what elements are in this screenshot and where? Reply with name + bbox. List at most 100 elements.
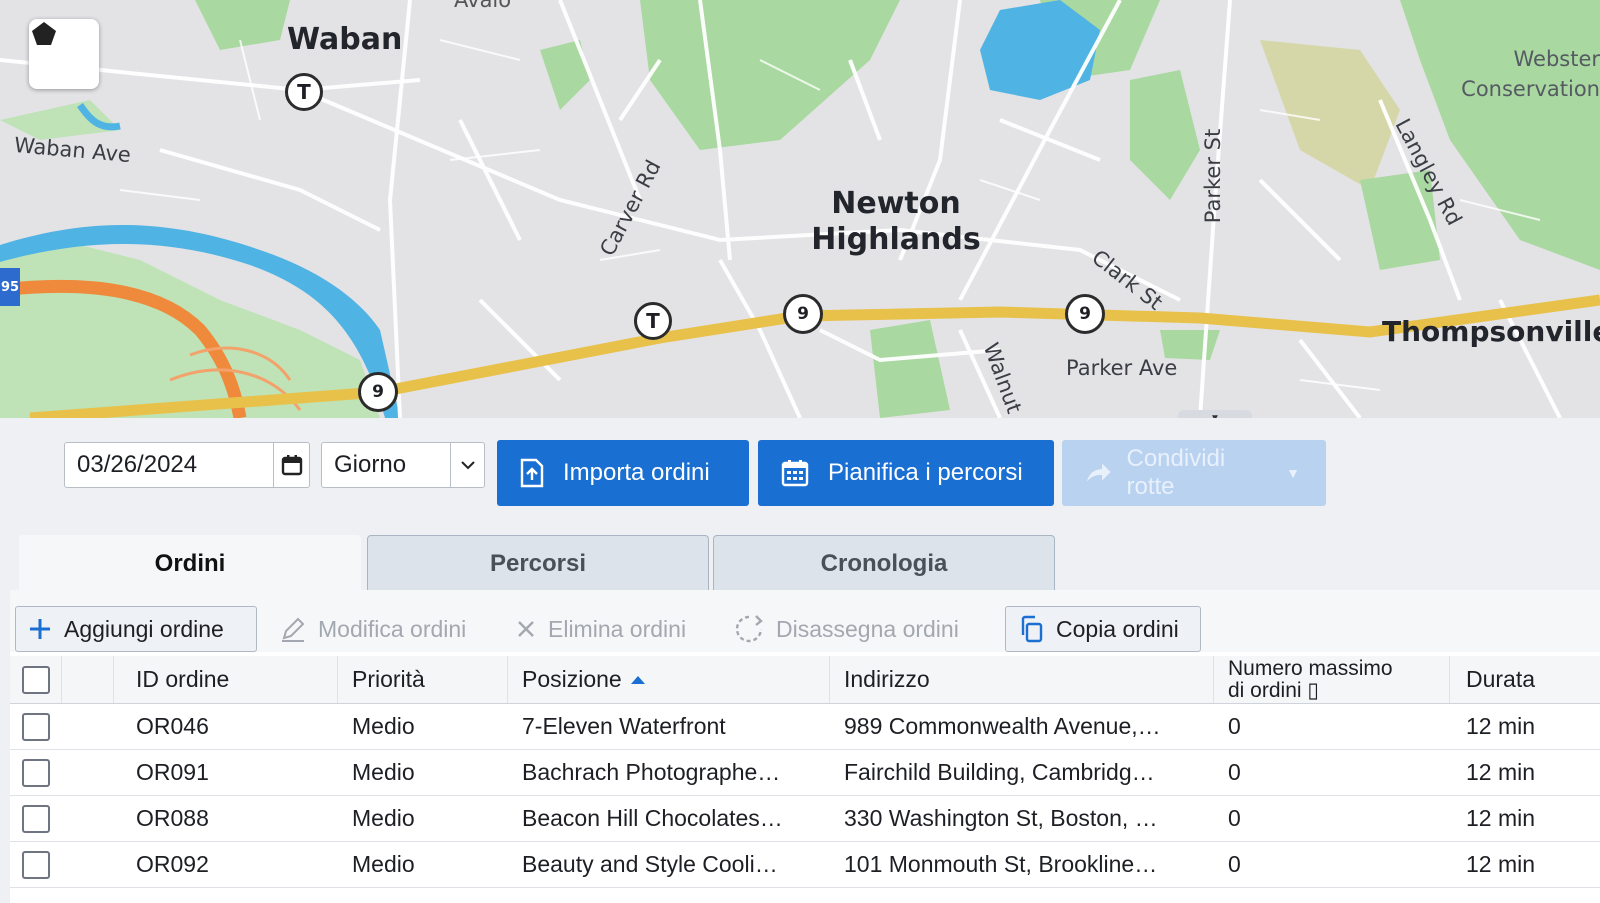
caret-down-icon: ▼ [1286,465,1300,481]
cell-order-id: OR046 [136,713,209,739]
collapse-map-handle[interactable]: ▼ [1178,410,1252,418]
cell-priority: Medio [352,713,415,739]
row-checkbox[interactable] [22,850,50,879]
copy-icon [1021,615,1043,643]
cell-order-id: OR092 [136,851,209,877]
cell-address: 101 Monmouth St, Brookline… [844,851,1158,877]
copy-orders-label: Copia ordini [1056,615,1179,642]
unassign-orders-button[interactable]: Disassegna ordini [722,606,971,652]
cell-max-orders: 0 [1228,759,1241,785]
tab-bar: Ordini Percorsi Cronologia [0,528,1600,591]
cell-order-id: OR091 [136,759,209,785]
cell-duration: 12 min [1466,805,1536,831]
share-routes-label: Condividi rotte [1126,445,1226,500]
cell-max-orders: 0 [1228,851,1241,877]
column-header-duration[interactable]: Durata [1450,656,1600,703]
calendar-grid-icon [781,460,809,487]
cell-position: Beauty and Style Cooli… [522,851,778,877]
add-order-label: Aggiungi ordine [64,615,224,642]
column-header-address[interactable]: Indirizzo [830,656,1214,703]
cell-priority: Medio [352,851,415,877]
column-header-position[interactable]: Posizione [508,656,830,703]
column-header-max-orders[interactable]: Numero massimo di ordini ▯ [1214,656,1450,703]
row-select-cell [10,704,62,749]
plan-routes-label: Pianifica i percorsi [828,459,1023,486]
cell-address: Fairchild Building, Cambridg… [844,759,1155,785]
import-orders-label: Importa ordini [563,459,710,486]
table-header: ID ordine Priorità Posizione Indirizzo N… [10,656,1600,704]
cell-position: 7-Eleven Waterfront [522,713,726,739]
unassign-icon [735,615,763,643]
table-row[interactable]: OR092 Medio Beauty and Style Cooli… 101 Mon… [10,842,1600,888]
polygon-icon [32,22,56,45]
date-value[interactable]: 03/26/2024 [65,451,273,479]
table-row[interactable]: OR046 Medio 7-Eleven Waterfront 989 Commonw… [10,704,1600,750]
tab-history[interactable]: Cronologia [713,535,1055,591]
column-header-max-orders-line1: Numero massimo [1228,656,1393,680]
grid-toolbar: Aggiungi ordine Modifica ordini Elimina … [10,590,1600,652]
route-9-shield: 9 [358,372,398,412]
transit-stop-icon[interactable]: T [634,302,672,340]
delete-orders-button[interactable]: Elimina ordini [504,606,698,652]
row-checkbox[interactable] [22,758,50,787]
street-label-parker-ave: Parker Ave [1066,356,1178,380]
cell-duration: 12 min [1466,759,1536,785]
sort-ascending-icon [630,675,645,684]
share-arrow-icon [1086,463,1111,482]
period-value: Giorno [334,451,407,478]
row-checkbox[interactable] [22,804,50,833]
cell-max-orders: 0 [1228,713,1241,739]
row-select-cell [10,842,62,887]
interstate-shield: 95 [0,268,20,306]
cell-priority: Medio [352,805,415,831]
row-checkbox[interactable] [22,712,50,741]
column-header-max-orders-line2: di ordini ▯ [1228,678,1319,702]
street-label-avalon: Avalo [454,0,512,12]
town-label-thompsonville: Thompsonville [1382,315,1600,348]
calendar-icon[interactable] [273,443,309,487]
tab-routes[interactable]: Percorsi [367,535,709,591]
spacer-column [62,656,114,703]
column-header-id[interactable]: ID ordine [114,656,338,703]
pencil-icon [282,617,305,642]
import-orders-button[interactable]: Importa ordini [497,440,749,506]
copy-orders-button[interactable]: Copia ordini [1005,606,1201,652]
map[interactable]: Waban Newton Highlands Thompsonville Ava… [0,0,1600,418]
orders-panel: 03/26/2024 Giorno Importa ordini Pianifi… [0,418,1600,903]
edit-orders-label: Modifica ordini [318,615,467,642]
orders-grid-area: Aggiungi ordine Modifica ordini Elimina … [10,590,1600,903]
route-9-shield: 9 [783,294,823,334]
share-routes-button[interactable]: Condividi rotte ▼ [1062,440,1326,506]
cell-position: Beacon Hill Chocolates… [522,805,783,831]
column-header-priority[interactable]: Priorità [338,656,508,703]
transit-stop-icon[interactable]: T [285,73,323,111]
delete-orders-label: Elimina ordini [548,615,687,642]
poi-label-conservation: Webster Conservation [1461,47,1600,101]
cell-max-orders: 0 [1228,805,1241,831]
import-icon [520,458,544,488]
table-row[interactable]: OR088 Medio Beacon Hill Chocolates… 330 Was… [10,796,1600,842]
close-icon [518,621,534,637]
period-select[interactable]: Giorno [321,442,485,488]
cell-order-id: OR088 [136,805,209,831]
row-select-cell [10,796,62,841]
table-row[interactable]: OR091 Medio Bachrach Photographe… Fairchild… [10,750,1600,796]
edit-orders-button[interactable]: Modifica ordini [268,606,478,652]
draw-polygon-button[interactable] [29,19,99,89]
street-label-parker-st: Parker St [1201,128,1226,224]
cell-duration: 12 min [1466,713,1536,739]
plan-routes-button[interactable]: Pianifica i percorsi [758,440,1054,506]
chevron-down-icon[interactable] [450,443,484,487]
town-label-newton-highlands: Newton Highlands [811,186,981,257]
map-canvas [0,0,1600,418]
cell-address: 989 Commonwealth Avenue,… [844,713,1161,739]
tab-orders[interactable]: Ordini [19,535,361,591]
cell-duration: 12 min [1466,851,1536,877]
row-select-cell [10,750,62,795]
add-order-button[interactable]: Aggiungi ordine [15,606,257,652]
unassign-orders-label: Disassegna ordini [776,615,959,642]
town-label-waban: Waban [287,22,403,57]
select-all-checkbox[interactable] [21,665,50,694]
cell-priority: Medio [352,759,415,785]
date-picker[interactable]: 03/26/2024 [64,442,310,488]
